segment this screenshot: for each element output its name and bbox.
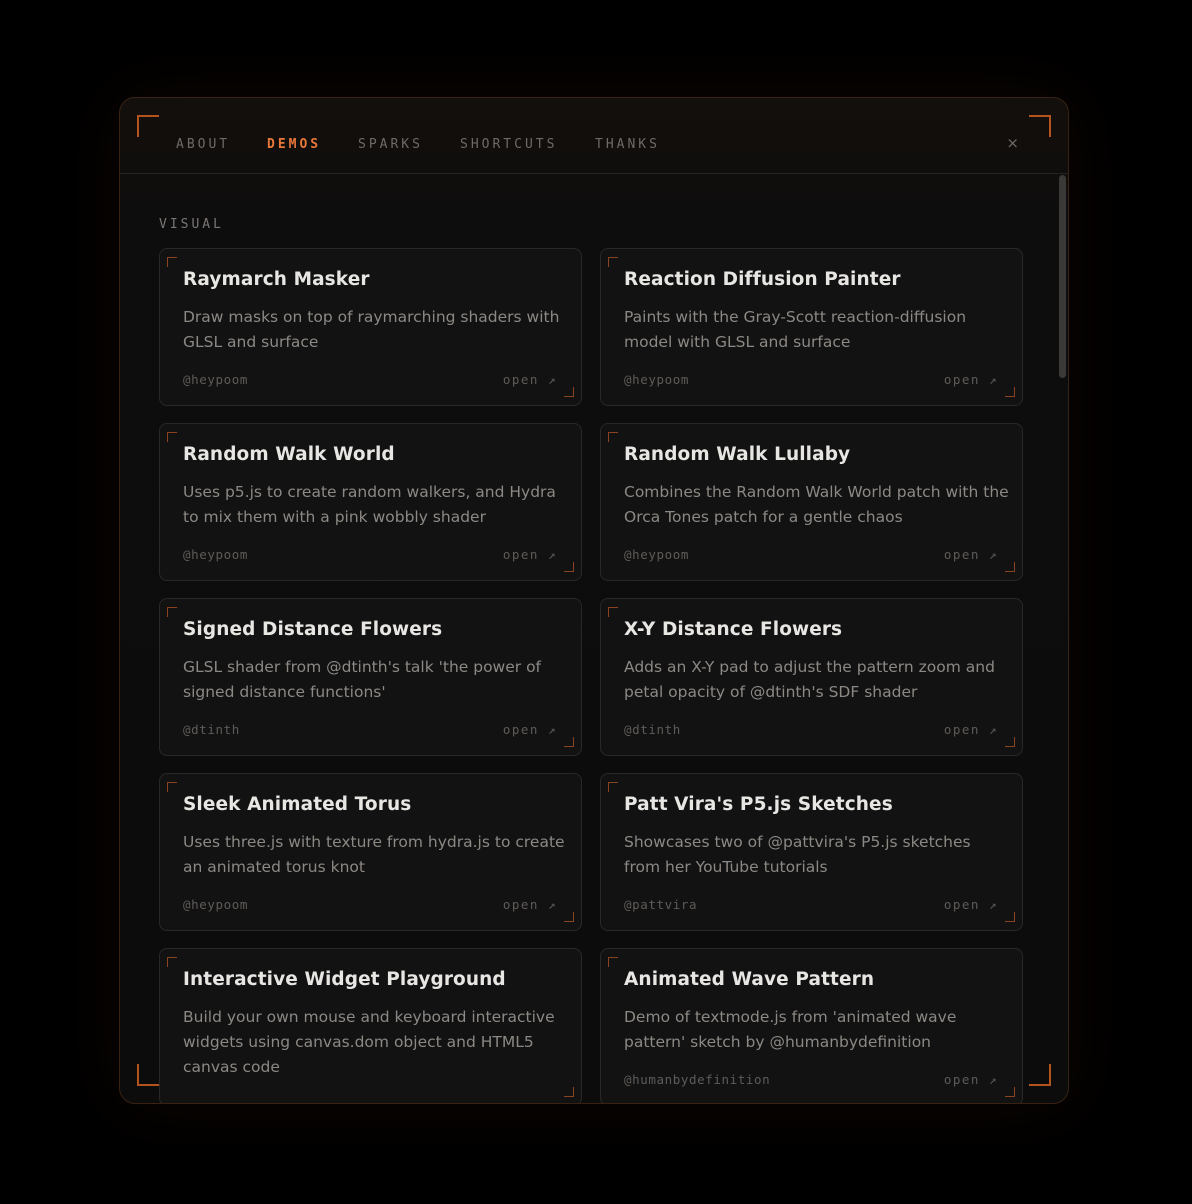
card-corner-icon <box>564 737 574 747</box>
card-corner-icon <box>564 912 574 922</box>
demo-title: Interactive Widget Playground <box>183 969 506 990</box>
demo-author[interactable]: @heypoom <box>624 547 689 562</box>
card-corner-icon <box>564 1087 574 1097</box>
demo-card[interactable]: Random Walk World Uses p5.js to create r… <box>159 423 582 581</box>
section-label-visual: VISUAL <box>159 217 224 232</box>
demo-description: Paints with the Gray-Scott reaction-diff… <box>624 308 967 351</box>
demo-author[interactable]: @pattvira <box>624 897 697 912</box>
open-link[interactable]: open ↗ <box>944 722 998 737</box>
open-link[interactable]: open ↗ <box>503 897 557 912</box>
card-corner-icon <box>167 607 177 617</box>
tab-sparks[interactable]: SPARKS <box>358 137 423 153</box>
card-corner-icon <box>167 432 177 442</box>
demo-description: Draw masks on top of raymarching shaders… <box>183 308 560 351</box>
demo-title: Animated Wave Pattern <box>624 969 875 990</box>
demo-description: Showcases two of @pattvira's P5.js sketc… <box>624 833 971 876</box>
corner-bracket-bottom-left <box>137 1064 159 1086</box>
card-corner-icon <box>564 387 574 397</box>
demo-title: Reaction Diffusion Painter <box>624 269 901 290</box>
card-corner-icon <box>1005 387 1015 397</box>
demo-title: Patt Vira's P5.js Sketches <box>624 794 893 815</box>
demo-author[interactable]: @dtinth <box>183 722 240 737</box>
demo-title: Raymarch Masker <box>183 269 370 290</box>
tab-thanks[interactable]: THANKS <box>595 137 660 153</box>
open-link[interactable]: open ↗ <box>503 547 557 562</box>
demos-panel: VISUAL Raymarch Masker Draw masks on top… <box>120 175 1068 1103</box>
demo-author[interactable]: @dtinth <box>624 722 681 737</box>
demo-description: GLSL shader from @dtinth's talk 'the pow… <box>183 658 542 701</box>
demo-description: Build your own mouse and keyboard intera… <box>183 1008 555 1076</box>
demo-card[interactable]: Reaction Diffusion Painter Paints with t… <box>600 248 1023 406</box>
demo-card[interactable]: X-Y Distance Flowers Adds an X-Y pad to … <box>600 598 1023 756</box>
card-corner-icon <box>608 432 618 442</box>
open-link[interactable]: open ↗ <box>503 1098 557 1103</box>
card-corner-icon <box>608 607 618 617</box>
demo-description: Uses p5.js to create random walkers, and… <box>183 483 556 526</box>
card-corner-icon <box>167 257 177 267</box>
demo-description: Uses three.js with texture from hydra.js… <box>183 833 565 876</box>
open-link[interactable]: open ↗ <box>503 722 557 737</box>
card-corner-icon <box>1005 737 1015 747</box>
open-link[interactable]: open ↗ <box>944 372 998 387</box>
demo-card[interactable]: Signed Distance Flowers GLSL shader from… <box>159 598 582 756</box>
card-corner-icon <box>167 782 177 792</box>
demo-card[interactable]: Patt Vira's P5.js Sketches Showcases two… <box>600 773 1023 931</box>
demo-title: Random Walk World <box>183 444 395 465</box>
demo-grid: Raymarch Masker Draw masks on top of ray… <box>159 248 1023 1103</box>
card-corner-icon <box>167 957 177 967</box>
demo-description: Adds an X-Y pad to adjust the pattern zo… <box>624 658 995 701</box>
demo-title: Random Walk Lullaby <box>624 444 851 465</box>
demo-card[interactable]: Animated Wave Pattern Demo of textmode.j… <box>600 948 1023 1103</box>
close-icon[interactable]: × <box>1006 134 1019 152</box>
tab-about[interactable]: ABOUT <box>176 137 230 153</box>
demo-title: Signed Distance Flowers <box>183 619 443 640</box>
help-dialog: ABOUT DEMOS SPARKS SHORTCUTS THANKS × VI… <box>119 97 1069 1104</box>
corner-bracket-top-right <box>1029 115 1051 137</box>
demo-title: Sleek Animated Torus <box>183 794 412 815</box>
demo-author[interactable]: @heypoom <box>183 547 248 562</box>
open-link[interactable]: open ↗ <box>944 1072 998 1087</box>
corner-bracket-top-left <box>137 115 159 137</box>
card-corner-icon <box>608 257 618 267</box>
demo-author[interactable]: @heypoom <box>624 372 689 387</box>
demo-card[interactable]: Sleek Animated Torus Uses three.js with … <box>159 773 582 931</box>
tab-bar: ABOUT DEMOS SPARKS SHORTCUTS THANKS × <box>120 98 1068 174</box>
card-corner-icon <box>1005 1087 1015 1097</box>
demo-card[interactable]: Interactive Widget Playground Build your… <box>159 948 582 1103</box>
demo-author[interactable]: @heypoom <box>183 897 248 912</box>
open-link[interactable]: open ↗ <box>503 372 557 387</box>
demo-description: Demo of textmode.js from 'animated wave … <box>624 1008 957 1051</box>
card-corner-icon <box>1005 912 1015 922</box>
card-corner-icon <box>608 957 618 967</box>
card-corner-icon <box>564 562 574 572</box>
card-corner-icon <box>1005 562 1015 572</box>
card-corner-icon <box>608 782 618 792</box>
corner-bracket-bottom-right <box>1029 1064 1051 1086</box>
open-link[interactable]: open ↗ <box>944 547 998 562</box>
demo-title: X-Y Distance Flowers <box>624 619 843 640</box>
demo-card[interactable]: Random Walk Lullaby Combines the Random … <box>600 423 1023 581</box>
demo-author[interactable]: @humanbydefinition <box>624 1072 770 1087</box>
demo-description: Combines the Random Walk World patch wit… <box>624 483 1009 526</box>
demo-card[interactable]: Raymarch Masker Draw masks on top of ray… <box>159 248 582 406</box>
tab-shortcuts[interactable]: SHORTCUTS <box>460 137 557 153</box>
tab-demos[interactable]: DEMOS <box>267 137 321 153</box>
open-link[interactable]: open ↗ <box>944 897 998 912</box>
demo-author[interactable]: @heypoom <box>183 372 248 387</box>
